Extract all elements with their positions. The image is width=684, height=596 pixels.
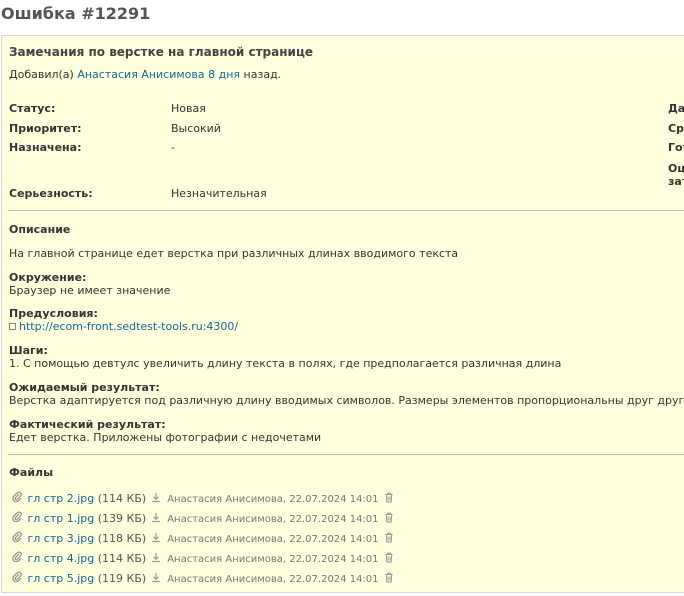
attachment-size: (119 КБ) — [97, 572, 147, 585]
attachment-meta: Анастасия Анисимова, 22.07.2024 14:01 — [167, 534, 379, 545]
expected-label: Ожидаемый результат: — [9, 381, 160, 394]
assignee-value: - — [171, 141, 175, 154]
attachment-link[interactable]: гл стр 2.jpg — [28, 492, 95, 505]
trash-icon[interactable] — [384, 552, 394, 566]
severity-value: Незначительная — [171, 187, 267, 200]
attachment-meta: Анастасия Анисимова, 22.07.2024 14:01 — [167, 574, 379, 585]
download-icon[interactable] — [151, 532, 161, 546]
steps-text: 1. С помощью девтулс увеличить длину тек… — [9, 357, 562, 370]
trash-icon[interactable] — [384, 512, 394, 526]
attachment-meta: Анастасия Анисимова, 22.07.2024 14:01 — [167, 514, 379, 525]
preconditions-link[interactable]: http://ecom-front.sedtest-tools.ru:4300/ — [19, 320, 238, 333]
attachment-link[interactable]: гл стр 4.jpg — [28, 552, 95, 565]
paperclip-icon — [12, 571, 24, 585]
author-line: Добавил(а) Анастасия Анисимова 8 дня наз… — [9, 68, 281, 81]
estimated-label: Оце — [668, 162, 684, 175]
issue-subject: Замечания по верстке на главной странице — [9, 45, 313, 59]
attachment-size: (139 КБ) — [97, 512, 147, 525]
created-ago-link[interactable]: 8 дня — [208, 68, 240, 81]
attachment-row: гл стр 5.jpg (119 КБ) Анастасия Анисимова… — [12, 571, 394, 587]
attachment-row: гл стр 4.jpg (114 КБ) Анастасия Анисимова… — [12, 551, 394, 567]
divider — [8, 210, 684, 211]
attachment-size: (114 КБ) — [97, 492, 147, 505]
issue-details: Замечания по верстке на главной странице… — [1, 35, 684, 593]
expected-text: Верстка адаптируется под различную длину… — [9, 394, 684, 407]
files-title: Файлы — [9, 466, 54, 479]
environment-label: Окружение: — [9, 271, 87, 284]
author-link[interactable]: Анастасия Анисимова — [77, 68, 204, 81]
preconditions-line: http://ecom-front.sedtest-tools.ru:4300/ — [9, 320, 238, 333]
download-icon[interactable] — [151, 512, 161, 526]
priority-value: Высокий — [171, 122, 221, 135]
steps-label: Шаги: — [9, 344, 48, 357]
status-label: Статус: — [9, 102, 56, 115]
download-icon[interactable] — [151, 572, 161, 586]
preconditions-label: Предусловия: — [9, 307, 98, 320]
attachment-size: (114 КБ) — [97, 552, 147, 565]
attachment-row: гл стр 1.jpg (139 КБ) Анастасия Анисимова… — [12, 511, 394, 527]
paperclip-icon — [12, 531, 24, 545]
trash-icon[interactable] — [384, 492, 394, 506]
divider — [8, 454, 684, 455]
done-ratio-label: Гот — [668, 141, 684, 154]
paperclip-icon — [12, 511, 24, 525]
actual-label: Фактический результат: — [9, 418, 166, 431]
author-suffix: назад. — [243, 68, 282, 81]
attachment-meta: Анастасия Анисимова, 22.07.2024 14:01 — [167, 554, 379, 565]
attachment-link[interactable]: гл стр 5.jpg — [28, 572, 95, 585]
download-icon[interactable] — [151, 552, 161, 566]
author-prefix: Добавил(а) — [9, 68, 74, 81]
environment-text: Браузер не имеет значение — [9, 284, 171, 297]
trash-icon[interactable] — [384, 572, 394, 586]
attachment-link[interactable]: гл стр 3.jpg — [28, 532, 95, 545]
status-value: Новая — [171, 102, 206, 115]
attachment-row: гл стр 3.jpg (118 КБ) Анастасия Анисимова… — [12, 531, 394, 547]
actual-text: Едет верстка. Приложены фотографии с нед… — [9, 431, 322, 444]
attachment-link[interactable]: гл стр 1.jpg — [28, 512, 95, 525]
attachment-size: (118 КБ) — [97, 532, 147, 545]
due-date-label: Сро — [668, 122, 684, 135]
paperclip-icon — [12, 551, 24, 565]
description-title: Описание — [9, 223, 71, 236]
description-text: На главной странице едет верстка при раз… — [9, 247, 459, 260]
severity-label: Серьезность: — [9, 187, 93, 200]
attachment-meta: Анастасия Анисимова, 22.07.2024 14:01 — [167, 494, 379, 505]
estimated-label-2: зат — [668, 175, 684, 188]
external-link-icon — [9, 323, 16, 330]
page-title: Ошибка #12291 — [1, 4, 151, 23]
download-icon[interactable] — [151, 492, 161, 506]
trash-icon[interactable] — [384, 532, 394, 546]
assignee-label: Назначена: — [9, 141, 82, 154]
paperclip-icon — [12, 491, 24, 505]
start-date-label: Дат — [668, 102, 684, 115]
attachment-row: гл стр 2.jpg (114 КБ) Анастасия Анисимова… — [12, 491, 394, 507]
priority-label: Приоритет: — [9, 122, 82, 135]
